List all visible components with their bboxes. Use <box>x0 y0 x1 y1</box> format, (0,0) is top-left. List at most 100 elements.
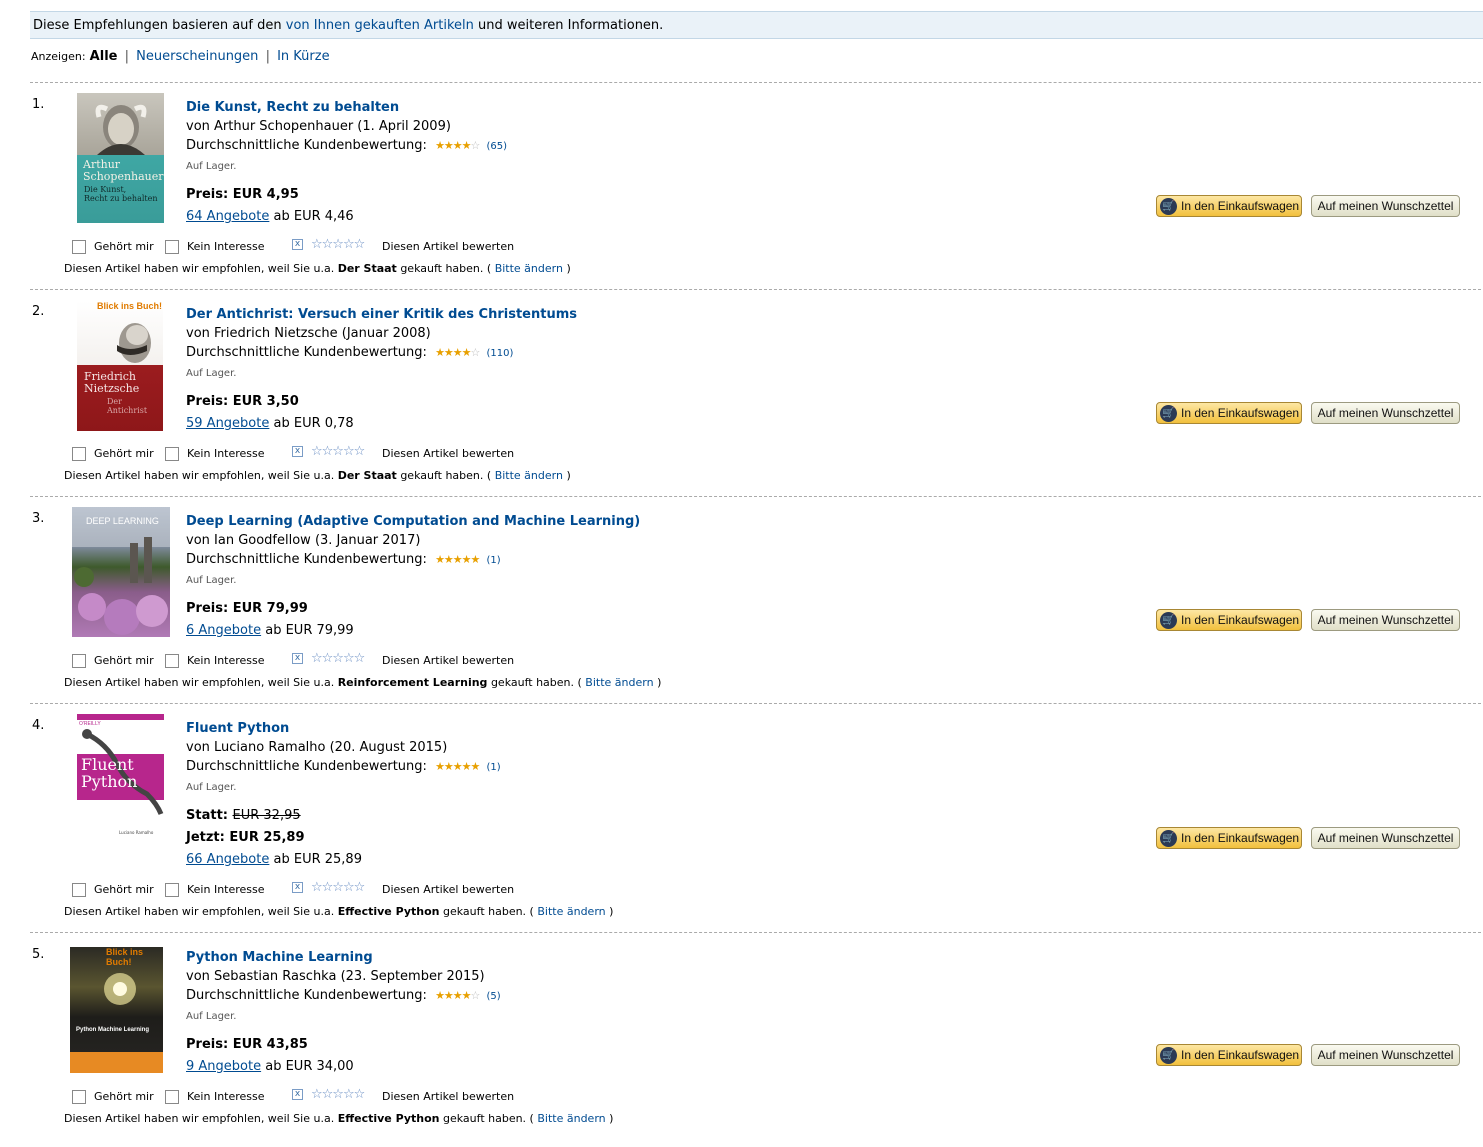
owned-checkbox[interactable] <box>72 240 86 254</box>
owned-checkbox[interactable] <box>72 883 86 897</box>
add-to-wishlist-button[interactable]: Auf meinen Wunschzettel <box>1311 402 1460 424</box>
change-reason-link[interactable]: Bitte ändern <box>495 262 563 275</box>
filter-new-releases[interactable]: Neuerscheinungen <box>136 49 258 64</box>
item-title-link[interactable]: Der Antichrist: Versuch einer Kritik des… <box>186 307 577 322</box>
reason-close: ) <box>609 1112 614 1125</box>
offers-link[interactable]: 59 Angebote <box>186 416 269 431</box>
book-cover[interactable]: O'REILLY Fluent Python Luciano Ramalho <box>77 714 164 844</box>
rate-item-label: Diesen Artikel bewerten <box>382 240 515 253</box>
item-controls: Gehört mir Kein Interesse x ☆☆☆☆☆ Diesen… <box>0 1087 1483 1108</box>
change-reason-link[interactable]: Bitte ändern <box>537 905 605 918</box>
add-to-wishlist-button[interactable]: Auf meinen Wunschzettel <box>1311 1044 1460 1066</box>
now-price-value: EUR 25,89 <box>229 830 305 845</box>
add-to-cart-button[interactable]: 🛒 In den Einkaufswagen <box>1156 1044 1302 1066</box>
add-to-cart-button[interactable]: 🛒 In den Einkaufswagen <box>1156 402 1302 424</box>
not-interested-checkbox[interactable] <box>165 654 179 668</box>
book-cover[interactable]: Arthur Schopenhauer Die Kunst, Recht zu … <box>77 93 164 223</box>
change-reason-link[interactable]: Bitte ändern <box>585 676 653 689</box>
not-interested-label: Kein Interesse <box>187 883 265 896</box>
was-price: Statt: EUR 32,95 <box>186 808 301 823</box>
cart-button-label: In den Einkaufswagen <box>1181 613 1300 627</box>
rate-item-label: Diesen Artikel bewerten <box>382 654 515 667</box>
owned-label: Gehört mir <box>94 240 154 253</box>
rating-count-link[interactable]: (1) <box>487 555 501 566</box>
price-label: Preis: <box>186 394 229 409</box>
cover-title-line1: Fluent <box>81 755 134 774</box>
cart-button-label: In den Einkaufswagen <box>1181 199 1300 213</box>
offers-link[interactable]: 64 Angebote <box>186 209 269 224</box>
owned-checkbox[interactable] <box>72 1090 86 1104</box>
rating-count-link[interactable]: (1) <box>487 762 501 773</box>
wishlist-button-label: Auf meinen Wunschzettel <box>1317 613 1454 627</box>
star-rating-icon[interactable]: ★★★★☆ <box>435 139 480 152</box>
reason-close: ) <box>657 676 662 689</box>
rate-stars-icon[interactable]: ☆☆☆☆☆ <box>311 237 365 252</box>
not-interested-checkbox[interactable] <box>165 240 179 254</box>
filter-coming-soon[interactable]: In Kürze <box>277 49 330 64</box>
info-prefix: Diese Empfehlungen basieren auf den <box>33 18 282 33</box>
stock-status: Auf Lager. <box>186 1011 237 1022</box>
clear-rating-icon[interactable]: x <box>292 1089 303 1100</box>
not-interested-checkbox[interactable] <box>165 447 179 461</box>
add-to-cart-button[interactable]: 🛒 In den Einkaufswagen <box>1156 609 1302 631</box>
was-label: Statt: <box>186 808 228 823</box>
item-controls: Gehört mir Kein Interesse x ☆☆☆☆☆ Diesen… <box>0 444 1483 465</box>
add-to-cart-button[interactable]: 🛒 In den Einkaufswagen <box>1156 195 1302 217</box>
book-cover[interactable]: DEEP LEARNING <box>72 507 170 637</box>
owned-label: Gehört mir <box>94 654 154 667</box>
not-interested-checkbox[interactable] <box>165 883 179 897</box>
owned-label: Gehört mir <box>94 447 154 460</box>
rate-stars-icon[interactable]: ☆☆☆☆☆ <box>311 444 365 459</box>
wishlist-button-label: Auf meinen Wunschzettel <box>1317 406 1454 420</box>
rate-stars-icon[interactable]: ☆☆☆☆☆ <box>311 880 365 895</box>
filter-label: Anzeigen: <box>31 50 86 63</box>
clear-rating-icon[interactable]: x <box>292 446 303 457</box>
item-title-link[interactable]: Python Machine Learning <box>186 950 373 965</box>
item-byline: von Sebastian Raschka (23. September 201… <box>186 969 485 984</box>
not-interested-label: Kein Interesse <box>187 447 265 460</box>
add-to-wishlist-button[interactable]: Auf meinen Wunschzettel <box>1311 609 1460 631</box>
item-rank: 5. <box>32 947 45 962</box>
offers-price: EUR 79,99 <box>285 623 354 638</box>
clear-rating-icon[interactable]: x <box>292 239 303 250</box>
offers-link[interactable]: 9 Angebote <box>186 1059 261 1074</box>
reason-close: ) <box>566 262 571 275</box>
star-rating-icon[interactable]: ★★★★★ <box>435 553 480 566</box>
change-reason-link[interactable]: Bitte ändern <box>537 1112 605 1125</box>
add-to-wishlist-button[interactable]: Auf meinen Wunschzettel <box>1311 195 1460 217</box>
owned-checkbox[interactable] <box>72 654 86 668</box>
rating-count-link[interactable]: (110) <box>487 348 514 359</box>
item-title-link[interactable]: Die Kunst, Recht zu behalten <box>186 100 399 115</box>
rate-stars-icon[interactable]: ☆☆☆☆☆ <box>311 651 365 666</box>
rating-label: Durchschnittliche Kundenbewertung: <box>186 345 427 360</box>
add-to-wishlist-button[interactable]: Auf meinen Wunschzettel <box>1311 827 1460 849</box>
not-interested-checkbox[interactable] <box>165 1090 179 1104</box>
item-byline: von Luciano Ramalho (20. August 2015) <box>186 740 448 755</box>
add-to-cart-button[interactable]: 🛒 In den Einkaufswagen <box>1156 827 1302 849</box>
item-title-link[interactable]: Fluent Python <box>186 721 289 736</box>
star-rating-icon[interactable]: ★★★★☆ <box>435 346 480 359</box>
owned-checkbox[interactable] <box>72 447 86 461</box>
rate-stars-icon[interactable]: ☆☆☆☆☆ <box>311 1087 365 1102</box>
rating-count-link[interactable]: (5) <box>487 991 501 1002</box>
divider <box>30 932 1481 933</box>
star-rating-icon[interactable]: ★★★★★ <box>435 760 480 773</box>
clear-rating-icon[interactable]: x <box>292 882 303 893</box>
item-rank: 1. <box>32 97 45 112</box>
book-cover[interactable]: Blick ins Buch! Friedrich Nietzsche Der … <box>77 301 163 431</box>
reason-close: ) <box>609 905 614 918</box>
offers-link[interactable]: 6 Angebote <box>186 623 261 638</box>
clear-rating-icon[interactable]: x <box>292 653 303 664</box>
rate-item-label: Diesen Artikel bewerten <box>382 1090 515 1103</box>
item-title-link[interactable]: Deep Learning (Adaptive Computation and … <box>186 514 640 529</box>
purchased-items-link[interactable]: von Ihnen gekauften Artikeln <box>286 18 474 33</box>
star-rating-icon[interactable]: ★★★★☆ <box>435 989 480 1002</box>
offers-link[interactable]: 66 Angebote <box>186 852 269 867</box>
price-label: Preis: <box>186 1037 229 1052</box>
book-cover[interactable]: Blick ins Buch! Python Machine Learning <box>70 947 163 1073</box>
reason-item: Der Staat <box>337 469 397 482</box>
change-reason-link[interactable]: Bitte ändern <box>495 469 563 482</box>
rating-count-link[interactable]: (65) <box>487 141 508 152</box>
wishlist-button-label: Auf meinen Wunschzettel <box>1317 1048 1454 1062</box>
filter-all[interactable]: Alle <box>90 49 118 64</box>
